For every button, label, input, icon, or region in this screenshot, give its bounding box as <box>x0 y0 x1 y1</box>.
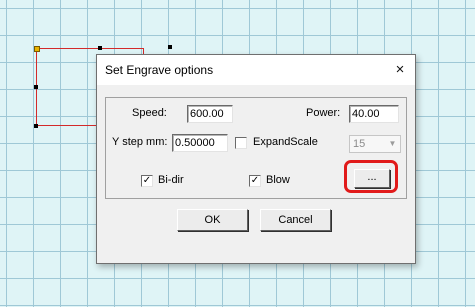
speed-label: Speed: <box>132 107 167 119</box>
selection-anchor-handle[interactable] <box>34 46 40 52</box>
close-icon: × <box>395 61 405 78</box>
selection-handle-bottom-left[interactable] <box>34 124 38 128</box>
speed-input[interactable]: 600.00 <box>187 105 233 123</box>
chevron-down-icon: ▼ <box>388 139 397 148</box>
selection-handle-top-middle[interactable] <box>98 46 102 50</box>
engrave-options-dialog: Set Engrave options × Speed: 600.00 Powe… <box>96 54 416 264</box>
selection-handle-middle-left[interactable] <box>34 85 38 89</box>
checkmark-icon: ✓ <box>142 175 152 186</box>
bi-dir-label[interactable]: Bi-dir <box>158 174 184 186</box>
dialog-title: Set Engrave options <box>105 63 214 77</box>
power-label: Power: <box>306 107 341 119</box>
expandscale-select-value: 15 <box>353 138 366 150</box>
selection-handle-top-right[interactable] <box>168 45 172 49</box>
close-button[interactable]: × <box>385 55 415 85</box>
blow-checkbox[interactable]: ✓ <box>249 175 261 187</box>
highlight-annotation <box>344 160 398 193</box>
expandscale-select: 15 ▼ <box>349 135 401 153</box>
power-input[interactable]: 40.00 <box>349 105 399 123</box>
dialog-titlebar[interactable]: Set Engrave options × <box>97 55 415 85</box>
expandscale-checkbox[interactable] <box>235 137 247 149</box>
checkmark-icon: ✓ <box>250 175 260 186</box>
bi-dir-checkbox[interactable]: ✓ <box>141 175 153 187</box>
expandscale-label[interactable]: ExpandScale <box>253 136 318 148</box>
y-step-input[interactable]: 0.50000 <box>172 134 228 152</box>
blow-label[interactable]: Blow <box>266 174 290 186</box>
cancel-button[interactable]: Cancel <box>260 209 331 231</box>
ok-button[interactable]: OK <box>177 209 248 231</box>
y-step-label: Y step mm: <box>112 136 168 148</box>
